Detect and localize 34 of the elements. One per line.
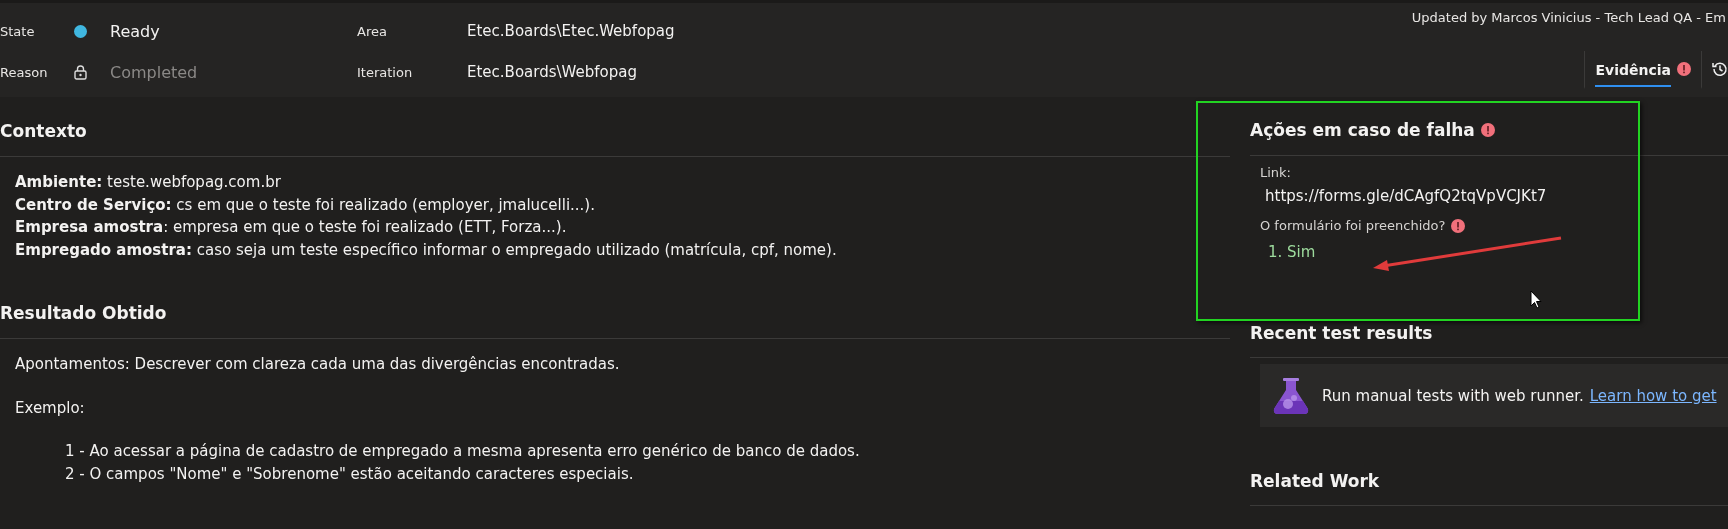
tab[interactable]: Evidência xyxy=(1584,51,1701,89)
history-tab[interactable] xyxy=(1701,51,1728,89)
section-heading: Ações em caso de falha xyxy=(1250,120,1475,140)
paragraph: Ambiente: teste.webfopag.com.br xyxy=(15,172,282,193)
paragraph: 2 - O campos "Nome" e "Sobrenome" estão aceitando caracteres especiais. xyxy=(64,463,635,485)
section-heading: Contexto xyxy=(0,120,88,143)
history-icon xyxy=(1712,61,1728,77)
paragraph: Empregado amostra: caso seja um teste específico informar o empregado utilizado (matrícula, cpf, nome). xyxy=(15,239,838,261)
field-value[interactable]: Etec.Boards\Etec.Webfopag xyxy=(467,22,675,40)
paragraph: Centro de Serviço: cs em que o teste foi realizado (employer, jmalucelli...). xyxy=(15,194,596,216)
field-label: Reason xyxy=(0,64,49,80)
learn-link[interactable]: Learn how to get xyxy=(1589,386,1717,405)
section-heading: Resultado Obtido xyxy=(0,302,168,325)
lock-icon xyxy=(74,64,87,80)
updated-by-text: Updated by Marcos Vinicius - Tech Lead QA - Em xyxy=(1411,10,1726,25)
answer-value[interactable]: 1. Sim xyxy=(1260,233,1728,261)
flask-icon xyxy=(1272,376,1310,415)
section-heading: Related Work xyxy=(1250,470,1380,493)
field-value: Completed xyxy=(110,62,198,82)
message-text: Run manual tests with web runner. xyxy=(1322,386,1584,405)
field-label: Iteration xyxy=(357,64,414,80)
field-label: Link: xyxy=(1260,165,1292,180)
field-value[interactable]: Etec.Boards\Webfopag xyxy=(467,63,637,81)
paragraph: Empresa amostra: empresa em que o teste foi realizado (ETT, Forza...). xyxy=(15,217,568,238)
section-heading: Recent test results xyxy=(1250,322,1433,345)
mouse-cursor-icon xyxy=(1530,290,1542,309)
field-label: O formulário foi preenchido? xyxy=(1260,218,1446,233)
field-value[interactable]: https://forms.gle/dCAgfQ2tqVpVCJKt7 xyxy=(1260,180,1728,205)
field-value[interactable]: Ready xyxy=(110,21,160,41)
field-label: State xyxy=(0,23,36,39)
paragraph: Apontamentos: Descrever com clareza cada uma das divergências encontradas. xyxy=(15,354,621,375)
paragraph: Exemplo: xyxy=(15,397,86,419)
paragraph: 1 - Ao acessar a página de cadastro de empregado a mesma apresenta erro genérico de banco de dados. xyxy=(64,441,861,462)
field-label: Area xyxy=(357,23,388,39)
